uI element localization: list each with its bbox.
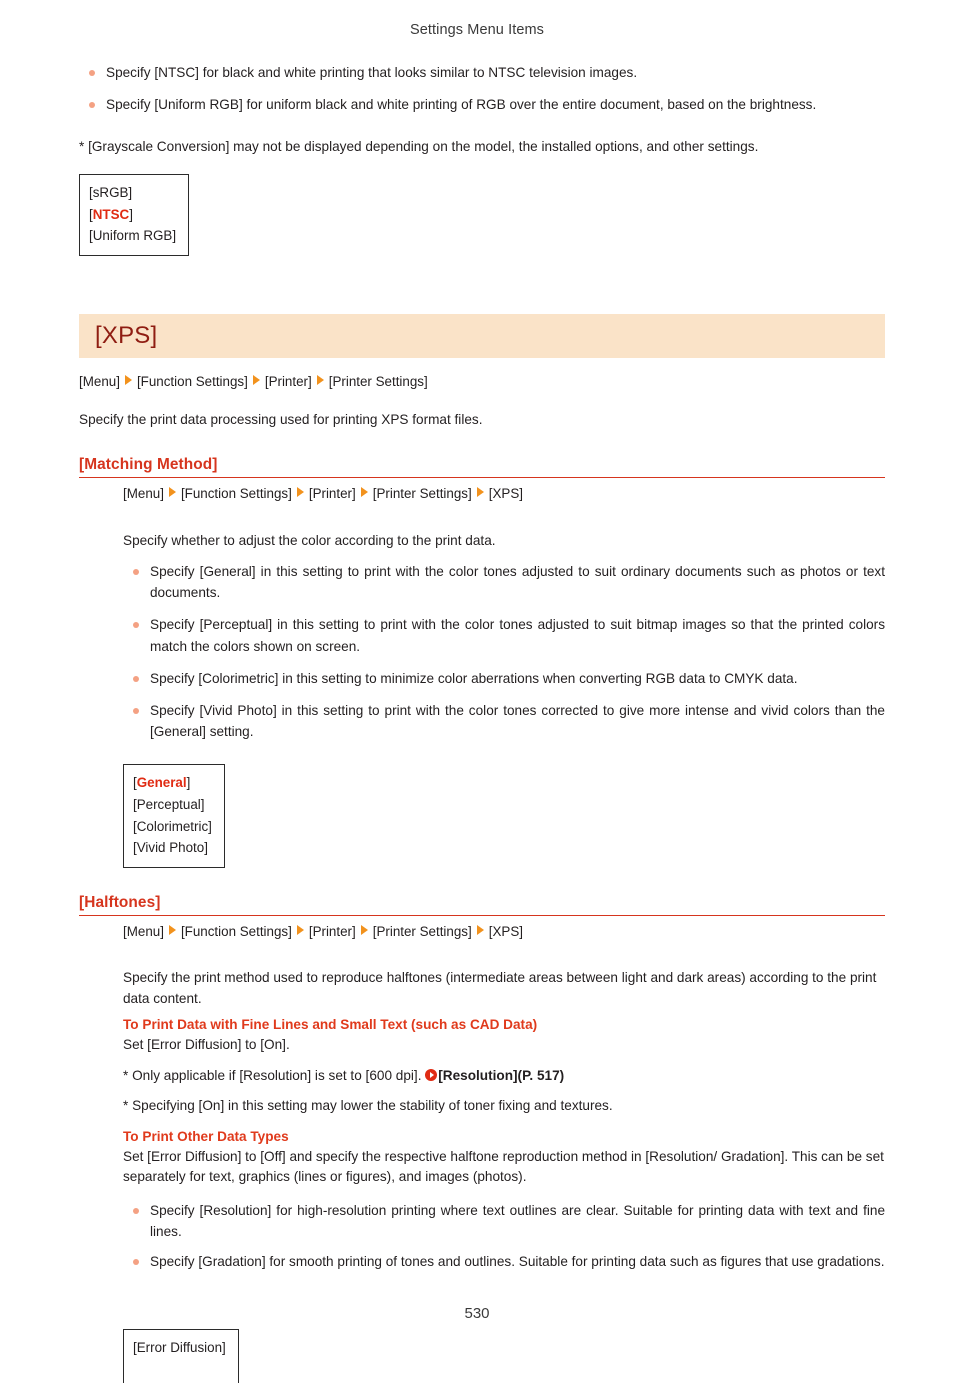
breadcrumb-item[interactable]: [XPS] bbox=[489, 486, 523, 501]
matching-method-intro: Specify whether to adjust the color acco… bbox=[123, 532, 496, 548]
default-value: NTSC bbox=[92, 206, 130, 222]
section-heading-matching-method: [Matching Method] bbox=[79, 456, 885, 479]
breadcrumb-item[interactable]: [Function Settings] bbox=[181, 924, 292, 939]
default-value: General bbox=[136, 775, 187, 791]
breadcrumb-item[interactable]: [Menu] bbox=[123, 486, 164, 501]
list-item: Specify [Gradation] for smooth printing … bbox=[123, 1251, 885, 1272]
breadcrumb: [Menu] [Function Settings] [Printer] [Print… bbox=[79, 372, 885, 392]
document-page: Settings Menu Items Specify [NTSC] for b… bbox=[0, 0, 954, 1383]
xref-label: [Resolution](P. 517) bbox=[438, 1067, 565, 1083]
section-heading-halftones: [Halftones] bbox=[79, 894, 885, 917]
value-row: [Error Diffusion] bbox=[133, 1340, 226, 1356]
breadcrumb-item[interactable]: [Printer] bbox=[309, 924, 356, 939]
chevron-right-icon bbox=[252, 374, 260, 385]
chevron-right-icon bbox=[316, 374, 324, 385]
list-item: Specify [NTSC] for black and white print… bbox=[79, 62, 885, 83]
breadcrumb-item[interactable]: [Function Settings] bbox=[181, 486, 292, 501]
fine-lines-note-1: * Only applicable if [Resolution] is set… bbox=[123, 1066, 885, 1086]
value-row: [Uniform RGB] bbox=[89, 228, 177, 244]
other-data-types-instruction: Set [Error Diffusion] to [Off] and speci… bbox=[123, 1148, 884, 1185]
list-item: Specify [Vivid Photo] in this setting to… bbox=[123, 700, 885, 742]
other-data-types-lead: To Print Other Data Types bbox=[123, 1128, 289, 1144]
value-row: [sRGB] bbox=[89, 184, 133, 200]
chevron-right-icon bbox=[476, 925, 484, 936]
list-item: Specify [Perceptual] in this setting to … bbox=[123, 614, 885, 656]
xps-description: Specify the print data processing used f… bbox=[79, 412, 483, 428]
page-number: 530 bbox=[464, 1305, 490, 1322]
breadcrumb-item[interactable]: [Function Settings] bbox=[137, 374, 248, 389]
chevron-right-icon bbox=[360, 487, 368, 498]
page-header-title: Settings Menu Items bbox=[409, 22, 545, 38]
halftones-value-box: [Error Diffusion] bbox=[123, 1329, 239, 1383]
chevron-right-icon bbox=[296, 925, 304, 936]
breadcrumb: [Menu] [Function Settings] [Printer] [Print… bbox=[123, 484, 885, 504]
list-item: Specify [Uniform RGB] for uniform black … bbox=[79, 94, 885, 115]
bracket-close: ] bbox=[186, 775, 191, 791]
chevron-right-icon bbox=[296, 487, 304, 498]
play-circle-icon bbox=[425, 1068, 438, 1081]
value-row: [Colorimetric] bbox=[133, 818, 212, 834]
matching-method-bullet-list: Specify [General] in this setting to pri… bbox=[123, 561, 885, 742]
chevron-right-icon bbox=[168, 925, 176, 936]
breadcrumb-item[interactable]: [Printer] bbox=[265, 374, 312, 389]
grayscale-bullet-list: Specify [NTSC] for black and white print… bbox=[79, 62, 885, 115]
breadcrumb-item[interactable]: [Printer Settings] bbox=[329, 374, 428, 389]
value-row: [Vivid Photo] bbox=[133, 840, 208, 856]
fine-lines-instruction: Set [Error Diffusion] to [On]. bbox=[123, 1037, 290, 1053]
chevron-right-icon bbox=[476, 487, 484, 498]
resolution-cross-reference-link[interactable]: [Resolution](P. 517) bbox=[425, 1068, 564, 1083]
breadcrumb-item[interactable]: [Printer Settings] bbox=[373, 924, 472, 939]
note-text: * Only applicable if [Resolution] is set… bbox=[123, 1067, 422, 1083]
xps-section-banner: [XPS] bbox=[79, 313, 885, 358]
matching-method-value-box: [General] [Perceptual] [Colorimetric] [V… bbox=[123, 764, 225, 869]
chevron-right-icon bbox=[124, 374, 132, 385]
bracket-close: ] bbox=[129, 206, 133, 222]
value-row-default: [General] bbox=[133, 772, 212, 794]
breadcrumb: [Menu] [Function Settings] [Printer] [Print… bbox=[123, 922, 885, 942]
value-row: [Perceptual] bbox=[133, 797, 205, 813]
breadcrumb-item[interactable]: [XPS] bbox=[489, 924, 523, 939]
list-item: Specify [Colorimetric] in this setting t… bbox=[123, 668, 885, 689]
value-row-default: [NTSC] bbox=[89, 204, 176, 226]
list-item: Specify [General] in this setting to pri… bbox=[123, 561, 885, 603]
grayscale-value-box: [sRGB] [NTSC] [Uniform RGB] bbox=[79, 173, 190, 256]
breadcrumb-item[interactable]: [Menu] bbox=[123, 924, 164, 939]
list-item: Specify [Resolution] for high-resolution… bbox=[123, 1200, 885, 1242]
chevron-right-icon bbox=[168, 487, 176, 498]
page-content: Specify [NTSC] for black and white print… bbox=[79, 62, 885, 1383]
breadcrumb-item[interactable]: [Menu] bbox=[79, 374, 120, 389]
grayscale-note: * [Grayscale Conversion] may not be disp… bbox=[79, 139, 759, 155]
breadcrumb-item[interactable]: [Printer] bbox=[309, 486, 356, 501]
page-title: [XPS] bbox=[95, 321, 158, 349]
fine-lines-lead: To Print Data with Fine Lines and Small … bbox=[123, 1017, 538, 1033]
breadcrumb-item[interactable]: [Printer Settings] bbox=[373, 486, 472, 501]
halftones-bullet-list: Specify [Resolution] for high-resolution… bbox=[123, 1200, 885, 1273]
matching-method-section: [Matching Method] [Menu] [Function Settin… bbox=[79, 456, 885, 869]
halftones-intro: Specify the print method used to reprodu… bbox=[123, 970, 877, 1006]
chevron-right-icon bbox=[360, 925, 368, 936]
fine-lines-note-2: * Specifying [On] in this setting may lo… bbox=[123, 1098, 613, 1114]
